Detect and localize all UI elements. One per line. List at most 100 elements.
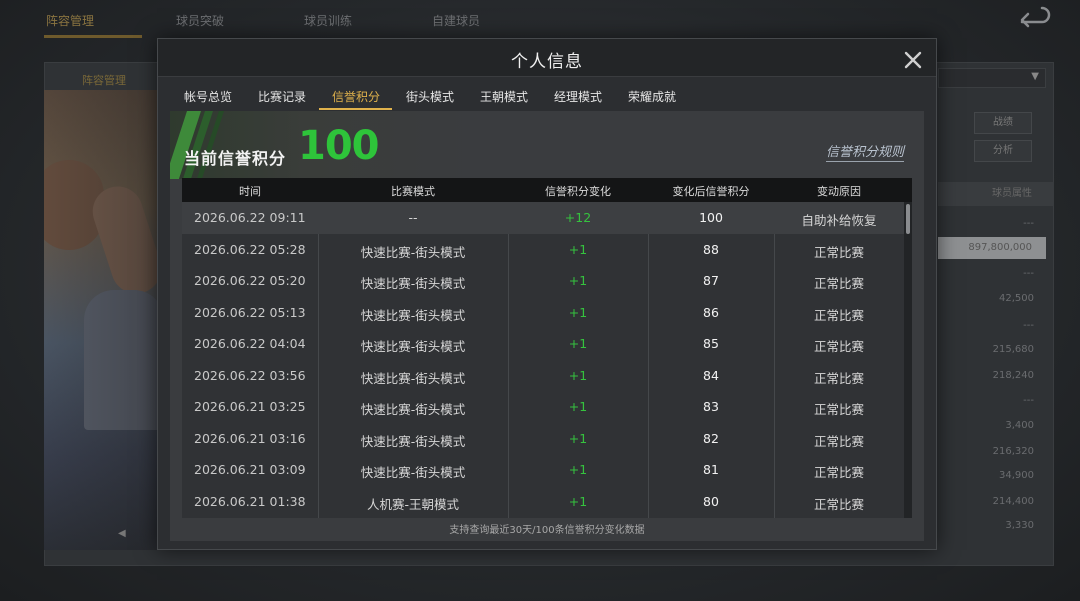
- cell-change: +1: [568, 399, 588, 414]
- cell-change: +1: [568, 241, 588, 257]
- cell-reason: 正常比赛: [813, 244, 864, 260]
- bg-right-header: 球员属性: [938, 182, 1054, 206]
- table-row: 2026.06.21 03:25 快速比赛-街头模式 +1 83 正常比赛: [182, 391, 904, 423]
- table-scrollbar[interactable]: [904, 202, 912, 518]
- bg-tab-breakthrough[interactable]: 球员突破: [176, 12, 224, 29]
- cell-time: 2026.06.22 05:28: [194, 241, 306, 257]
- tab-credit-score[interactable]: 信誉积分: [332, 88, 380, 105]
- bg-right-value: 214,400: [992, 496, 1034, 507]
- table-row: 2026.06.21 01:38 人机赛-王朝模式 +1 80 正常比赛: [182, 486, 904, 518]
- cell-after-score: 82: [703, 430, 719, 446]
- bg-tab-lineup[interactable]: 阵容管理: [46, 12, 94, 29]
- cell-after-score: 81: [703, 462, 719, 477]
- cell-change: +1: [568, 304, 588, 320]
- current-score-value: 100: [298, 123, 379, 169]
- table-row: 2026.06.21 03:09 快速比赛-街头模式 +1 81 正常比赛: [182, 454, 904, 486]
- cell-mode: 人机赛-王朝模式: [366, 496, 459, 512]
- bg-right-value: 34,900: [999, 470, 1034, 481]
- cell-change: +12: [564, 210, 592, 225]
- cell-after-score: 83: [703, 399, 719, 414]
- bg-right-value: 215,680: [992, 344, 1034, 355]
- tab-match-records[interactable]: 比赛记录: [258, 88, 306, 105]
- header-mode: 比赛模式: [391, 185, 435, 198]
- modal-header: 个人信息: [158, 39, 936, 77]
- tab-honor-achievements[interactable]: 荣耀成就: [628, 88, 676, 105]
- score-hero: 当前信誉积分 100 信誉积分规则: [170, 111, 924, 179]
- bg-tab-underline: [44, 35, 142, 38]
- cell-mode: 快速比赛-街头模式: [360, 370, 466, 386]
- table-row: 2026.06.21 03:16 快速比赛-街头模式 +1 82 正常比赛: [182, 423, 904, 455]
- table-row: 2026.06.22 05:20 快速比赛-街头模式 +1 87 正常比赛: [182, 265, 904, 297]
- modal-tabs: 帐号总览 比赛记录 信誉积分 街头模式 王朝模式 经理模式 荣耀成就: [158, 79, 936, 111]
- cell-time: 2026.06.21 01:38: [194, 493, 306, 509]
- scrollbar-thumb[interactable]: [906, 204, 910, 234]
- background-top-nav: 阵容管理 球员突破 球员训练 自建球员: [0, 0, 1080, 40]
- bg-right-value: 216,320: [992, 446, 1034, 457]
- credit-history-table: 时间 比赛模式 信誉积分变化 变化后信誉积分 变动原因 2026.06.22 0…: [182, 178, 912, 518]
- tab-dynasty-mode[interactable]: 王朝模式: [480, 88, 528, 105]
- cell-reason: 正常比赛: [813, 402, 864, 417]
- header-change: 信誉积分变化: [545, 185, 611, 198]
- cell-after-score: 80: [703, 493, 719, 509]
- table-header: 时间 比赛模式 信誉积分变化 变化后信誉积分 变动原因: [182, 178, 912, 202]
- active-tab-underline: [319, 108, 392, 110]
- cell-reason: 正常比赛: [813, 339, 864, 354]
- cell-after-score: 88: [703, 241, 719, 257]
- cell-mode: 快速比赛-街头模式: [360, 276, 466, 291]
- tab-account-overview[interactable]: 帐号总览: [184, 88, 232, 105]
- cell-change: +1: [568, 336, 588, 351]
- prev-arrow-icon[interactable]: ◀: [118, 528, 126, 539]
- cell-time: 2026.06.21 03:09: [194, 462, 306, 477]
- credit-rules-link[interactable]: 信誉积分规则: [826, 141, 905, 162]
- bg-right-value: ---: [1023, 395, 1034, 406]
- bg-right-value: 42,500: [999, 293, 1034, 304]
- cell-mode: 快速比赛-街头模式: [360, 307, 466, 323]
- cell-time: 2026.06.22 05:13: [194, 304, 306, 320]
- cell-time: 2026.06.22 09:11: [194, 210, 306, 225]
- header-reason: 变动原因: [817, 185, 861, 198]
- cell-reason: 正常比赛: [813, 370, 864, 386]
- cell-mode: --: [408, 210, 418, 225]
- header-after: 变化后信誉积分: [672, 185, 750, 198]
- cell-change: +1: [568, 462, 588, 477]
- back-arrow-icon[interactable]: [1018, 6, 1054, 34]
- bg-analysis-button[interactable]: 分析: [974, 140, 1032, 162]
- cell-mode: 快速比赛-街头模式: [360, 244, 466, 260]
- bg-right-value: ---: [1023, 218, 1034, 229]
- bg-dropdown[interactable]: ▼: [938, 68, 1046, 88]
- cell-after-score: 85: [703, 336, 719, 351]
- cell-time: 2026.06.21 03:16: [194, 430, 306, 446]
- tab-street-mode[interactable]: 街头模式: [406, 88, 454, 105]
- bg-right-value: 218,240: [992, 370, 1034, 381]
- table-row: 2026.06.22 04:04 快速比赛-街头模式 +1 85 正常比赛: [182, 328, 904, 360]
- cell-time: 2026.06.21 03:25: [194, 399, 306, 414]
- table-body[interactable]: 2026.06.22 09:11 -- +12 100 自助补给恢复 2026.06.22…: [182, 202, 904, 518]
- table-row: 2026.06.22 05:28 快速比赛-街头模式 +1 88 正常比赛: [182, 234, 904, 266]
- bg-right-highlight: 897,800,000: [938, 237, 1046, 259]
- cell-change: +1: [568, 273, 588, 288]
- cell-change: +1: [568, 493, 588, 509]
- bg-record-button[interactable]: 战绩: [974, 112, 1032, 134]
- table-row: 2026.06.22 03:56 快速比赛-街头模式 +1 84 正常比赛: [182, 360, 904, 392]
- cell-mode: 快速比赛-街头模式: [360, 402, 466, 417]
- cell-change: +1: [568, 430, 588, 446]
- tab-manager-mode[interactable]: 经理模式: [554, 88, 602, 105]
- bg-tab-training[interactable]: 球员训练: [304, 12, 352, 29]
- cell-mode: 快速比赛-街头模式: [360, 339, 466, 354]
- cell-reason: 正常比赛: [813, 307, 864, 323]
- bg-right-value: ---: [1023, 268, 1034, 279]
- query-limit-note: 支持查询最近30天/100条信誉积分变化数据: [449, 525, 645, 536]
- cell-after-score: 86: [703, 304, 719, 320]
- close-icon[interactable]: [902, 49, 924, 71]
- bg-right-value: 3,400: [1005, 420, 1034, 431]
- bg-subtab[interactable]: 阵容管理: [82, 72, 126, 88]
- cell-mode: 快速比赛-街头模式: [360, 433, 466, 449]
- cell-after-score: 84: [703, 367, 719, 383]
- table-row: 2026.06.22 05:13 快速比赛-街头模式 +1 86 正常比赛: [182, 297, 904, 329]
- cell-time: 2026.06.22 04:04: [194, 336, 306, 351]
- cell-time: 2026.06.22 05:20: [194, 273, 306, 288]
- cell-reason: 正常比赛: [813, 465, 864, 480]
- cell-time: 2026.06.22 03:56: [194, 367, 306, 383]
- header-time: 时间: [239, 185, 261, 198]
- bg-tab-custom-player[interactable]: 自建球员: [432, 12, 480, 29]
